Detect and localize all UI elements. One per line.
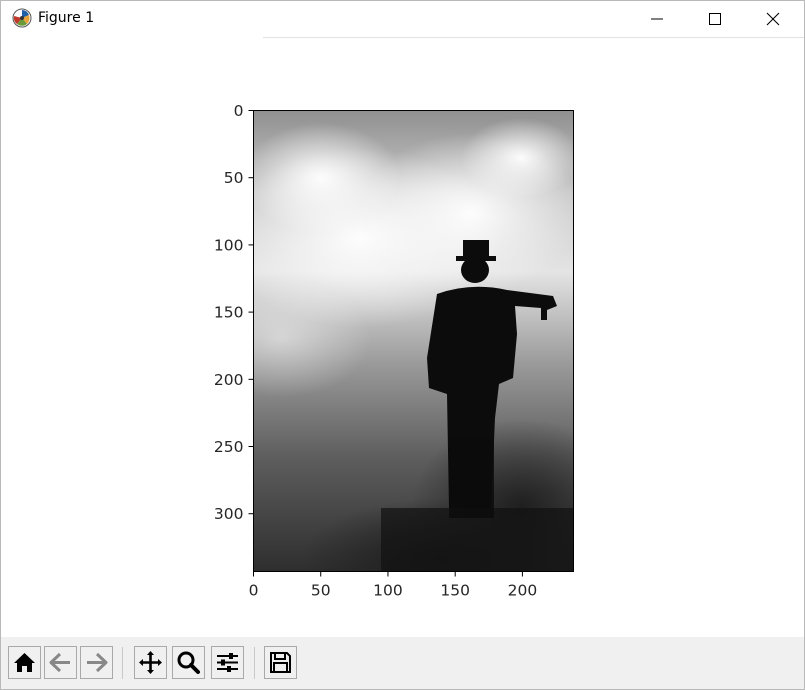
forward-button[interactable] <box>80 646 113 679</box>
move-icon <box>139 651 162 674</box>
pan-button[interactable] <box>134 646 167 679</box>
toolbar-separator <box>122 647 123 679</box>
figure-canvas[interactable]: 0 50 100 150 200 0 50 100 150 200 250 300 <box>1 38 804 636</box>
x-tick-label: 200 <box>508 582 538 600</box>
zoom-icon <box>177 651 200 674</box>
maximize-button[interactable] <box>686 1 744 37</box>
home-icon <box>14 653 35 672</box>
home-button[interactable] <box>8 646 41 679</box>
navigation-toolbar <box>1 637 804 689</box>
y-tick-label: 100 <box>214 236 244 254</box>
y-tick-label: 150 <box>214 304 244 322</box>
zoom-button[interactable] <box>172 646 205 679</box>
x-tick-label: 150 <box>440 582 470 600</box>
window-title: Figure 1 <box>38 10 95 26</box>
x-tick-label: 100 <box>373 582 403 600</box>
y-tick-label: 0 <box>234 102 244 120</box>
back-arrow-icon <box>49 652 70 673</box>
toolbar-separator <box>254 647 255 679</box>
maximize-icon <box>709 13 721 25</box>
sliders-icon <box>217 653 238 672</box>
y-tick-label: 300 <box>214 505 244 523</box>
minimize-icon <box>651 18 663 20</box>
y-tick-label: 200 <box>214 371 244 389</box>
configure-subplots-button[interactable] <box>211 646 244 679</box>
x-tick-label: 0 <box>249 582 259 600</box>
close-icon <box>766 12 780 26</box>
title-bar[interactable]: Figure 1 <box>1 1 804 37</box>
y-tick-label: 250 <box>214 438 244 456</box>
image-plot[interactable]: 0 50 100 150 200 0 50 100 150 200 250 300 <box>1 38 804 636</box>
figure-window: Figure 1 0 50 100 150 200 0 50 100 150 2… <box>0 0 805 690</box>
x-tick-label: 50 <box>311 582 331 600</box>
forward-arrow-icon <box>87 652 108 673</box>
back-button[interactable] <box>44 646 77 679</box>
x-axis: 0 50 100 150 200 <box>249 571 538 600</box>
y-tick-label: 50 <box>224 169 244 187</box>
close-button[interactable] <box>744 1 802 37</box>
matplotlib-icon <box>12 8 32 28</box>
grayscale-image <box>253 110 574 572</box>
save-button[interactable] <box>264 646 297 679</box>
y-axis: 0 50 100 150 200 250 300 <box>214 102 254 523</box>
minimize-button[interactable] <box>628 1 686 37</box>
save-icon <box>270 652 291 673</box>
